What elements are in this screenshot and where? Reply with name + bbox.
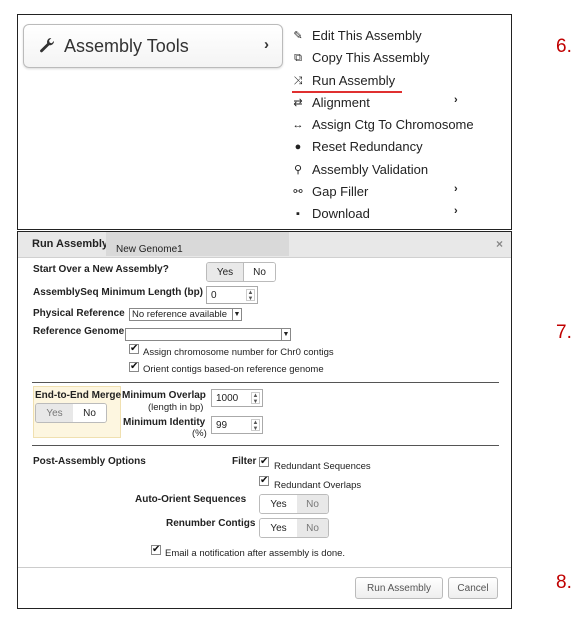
reference-genome-select[interactable]: ▼ bbox=[125, 328, 291, 341]
shuffle-icon: ⤨ bbox=[293, 74, 303, 87]
min-identity-value: 99 bbox=[216, 420, 228, 431]
min-overlap-label: Minimum Overlap bbox=[122, 390, 206, 401]
auto-orient-label: Auto-Orient Sequences bbox=[135, 494, 247, 505]
dialog-footer: Run Assembly Cancel bbox=[18, 567, 511, 608]
start-over-toggle: Yes No bbox=[206, 262, 276, 282]
start-over-yes-button[interactable]: Yes bbox=[207, 263, 244, 281]
assign-chr0-label: Assign chromosome number for Chr0 contig… bbox=[143, 347, 334, 358]
search-icon: ⚲ bbox=[293, 163, 303, 176]
assembly-tools-button[interactable]: Assembly Tools › bbox=[23, 24, 283, 68]
menu-item-label: Run Assembly bbox=[312, 72, 396, 88]
assembly-tools-label: Assembly Tools bbox=[64, 36, 189, 56]
menu-item-alignment[interactable]: ⇄ Alignment › bbox=[288, 93, 508, 115]
cancel-button[interactable]: Cancel bbox=[448, 577, 498, 599]
assign-chr0-checkbox[interactable]: ✔ bbox=[129, 344, 139, 354]
spinner-arrows-icon[interactable]: ▲ ▼ bbox=[251, 419, 260, 432]
assembly-tools-menu: ✎ Edit This Assembly ⧉ Copy This Assembl… bbox=[288, 26, 508, 227]
menu-item-label: Copy This Assembly bbox=[312, 50, 430, 66]
min-length-label: AssemblySeq Minimum Length (bp) bbox=[33, 287, 204, 298]
post-assembly-label: Post-Assembly Options bbox=[33, 456, 146, 467]
divider bbox=[32, 445, 499, 446]
e2e-no-button[interactable]: No bbox=[73, 404, 106, 422]
physical-reference-label: Physical Reference bbox=[33, 308, 125, 319]
email-notification-label: Email a notification after assembly is d… bbox=[165, 548, 346, 559]
renumber-no-button[interactable]: No bbox=[297, 519, 328, 537]
link-icon: ⚯ bbox=[293, 186, 303, 199]
min-length-input[interactable]: 0 ▲ ▼ bbox=[206, 286, 258, 304]
arrows-icon: ⇄ bbox=[293, 96, 303, 109]
menu-item-label: Assign Ctg To Chromosome bbox=[312, 117, 474, 133]
copy-icon: ⧉ bbox=[294, 52, 302, 65]
run-assembly-dialog: Run Assembly × New Genome1 Start Over a … bbox=[17, 231, 512, 609]
menu-item-label: Reset Redundancy bbox=[312, 139, 423, 155]
start-over-label: Start Over a New Assembly? bbox=[33, 264, 169, 275]
physical-reference-select[interactable]: No reference available ▼ bbox=[129, 308, 242, 321]
filter-label: Filter bbox=[232, 456, 257, 467]
e2e-merge-label: End-to-End Merge bbox=[35, 390, 122, 401]
save-icon: ▪ bbox=[296, 208, 300, 221]
genome-tab-label: New Genome1 bbox=[116, 244, 183, 255]
redundant-overlaps-label: Redundant Overlaps bbox=[274, 480, 362, 491]
genome-tab[interactable]: New Genome1 bbox=[106, 232, 289, 256]
dropdown-arrow-icon: ▼ bbox=[232, 309, 241, 320]
run-assembly-button[interactable]: Run Assembly bbox=[355, 577, 443, 599]
chevron-right-icon: › bbox=[454, 183, 458, 196]
email-notification-checkbox[interactable]: ✔ bbox=[151, 545, 161, 555]
circle-icon: ● bbox=[294, 141, 302, 154]
chevron-right-icon: › bbox=[454, 93, 458, 106]
step-6-label: 6. bbox=[556, 36, 572, 57]
min-overlap-sublabel: (length in bp) bbox=[148, 402, 204, 413]
min-identity-sublabel: (%) bbox=[192, 428, 207, 439]
start-over-no-button[interactable]: No bbox=[244, 263, 275, 281]
e2e-merge-toggle: Yes No bbox=[35, 403, 107, 423]
chevron-right-icon: › bbox=[264, 36, 269, 53]
menu-item-assembly-validation[interactable]: ⚲ Assembly Validation bbox=[288, 160, 508, 182]
menu-item-label: Alignment bbox=[312, 94, 370, 110]
min-overlap-input[interactable]: 1000 ▲ ▼ bbox=[211, 389, 263, 407]
min-length-value: 0 bbox=[211, 290, 217, 301]
step-8-label: 8. bbox=[556, 572, 572, 593]
dropdown-arrow-icon: ▼ bbox=[281, 329, 290, 340]
orient-contigs-checkbox[interactable]: ✔ bbox=[129, 362, 139, 372]
menu-item-label: Download bbox=[312, 206, 370, 222]
min-identity-input[interactable]: 99 ▲ ▼ bbox=[211, 416, 263, 434]
redundant-sequences-label: Redundant Sequences bbox=[274, 461, 371, 472]
dialog-title: Run Assembly bbox=[32, 238, 109, 250]
spinner-arrows-icon[interactable]: ▲ ▼ bbox=[251, 392, 260, 405]
menu-item-label: Edit This Assembly bbox=[312, 28, 422, 43]
renumber-contigs-toggle: Yes No bbox=[259, 518, 329, 538]
menu-item-gap-filler[interactable]: ⚯ Gap Filler › bbox=[288, 182, 508, 204]
pencil-icon: ✎ bbox=[293, 30, 303, 42]
resize-icon: ↔ bbox=[292, 119, 304, 132]
menu-item-assign-ctg[interactable]: ↔ Assign Ctg To Chromosome bbox=[288, 115, 508, 137]
run-assembly-highlight bbox=[292, 91, 402, 93]
auto-orient-toggle: Yes No bbox=[259, 494, 329, 514]
renumber-yes-button[interactable]: Yes bbox=[260, 519, 297, 537]
menu-item-label: Assembly Validation bbox=[312, 161, 429, 177]
redundant-sequences-checkbox[interactable]: ✔ bbox=[259, 457, 269, 467]
min-overlap-value: 1000 bbox=[216, 393, 239, 404]
reference-genome-label: Reference Genome bbox=[33, 326, 125, 337]
menu-item-copy-assembly[interactable]: ⧉ Copy This Assembly bbox=[288, 48, 508, 70]
menu-item-download[interactable]: ▪ Download › bbox=[288, 204, 508, 226]
auto-orient-no-button[interactable]: No bbox=[297, 495, 328, 513]
divider bbox=[32, 382, 499, 383]
auto-orient-yes-button[interactable]: Yes bbox=[260, 495, 297, 513]
min-identity-label: Minimum Identity bbox=[123, 417, 206, 428]
menu-item-reset-redundancy[interactable]: ● Reset Redundancy bbox=[288, 137, 508, 159]
menu-item-label: Gap Filler bbox=[312, 184, 369, 200]
redundant-overlaps-checkbox[interactable]: ✔ bbox=[259, 476, 269, 486]
wrench-icon bbox=[40, 38, 55, 53]
orient-contigs-label: Orient contigs based-on reference genome bbox=[143, 364, 324, 375]
menu-item-edit-assembly[interactable]: ✎ Edit This Assembly bbox=[288, 26, 508, 48]
physical-reference-value: No reference available bbox=[132, 309, 228, 320]
renumber-contigs-label: Renumber Contigs bbox=[166, 518, 256, 529]
step-7-label: 7. bbox=[556, 322, 572, 343]
menu-item-run-assembly[interactable]: ⤨ Run Assembly bbox=[288, 71, 508, 93]
e2e-yes-button[interactable]: Yes bbox=[36, 404, 73, 422]
spinner-arrows-icon[interactable]: ▲ ▼ bbox=[246, 289, 255, 302]
chevron-right-icon: › bbox=[454, 205, 458, 218]
close-icon[interactable]: × bbox=[496, 237, 503, 251]
